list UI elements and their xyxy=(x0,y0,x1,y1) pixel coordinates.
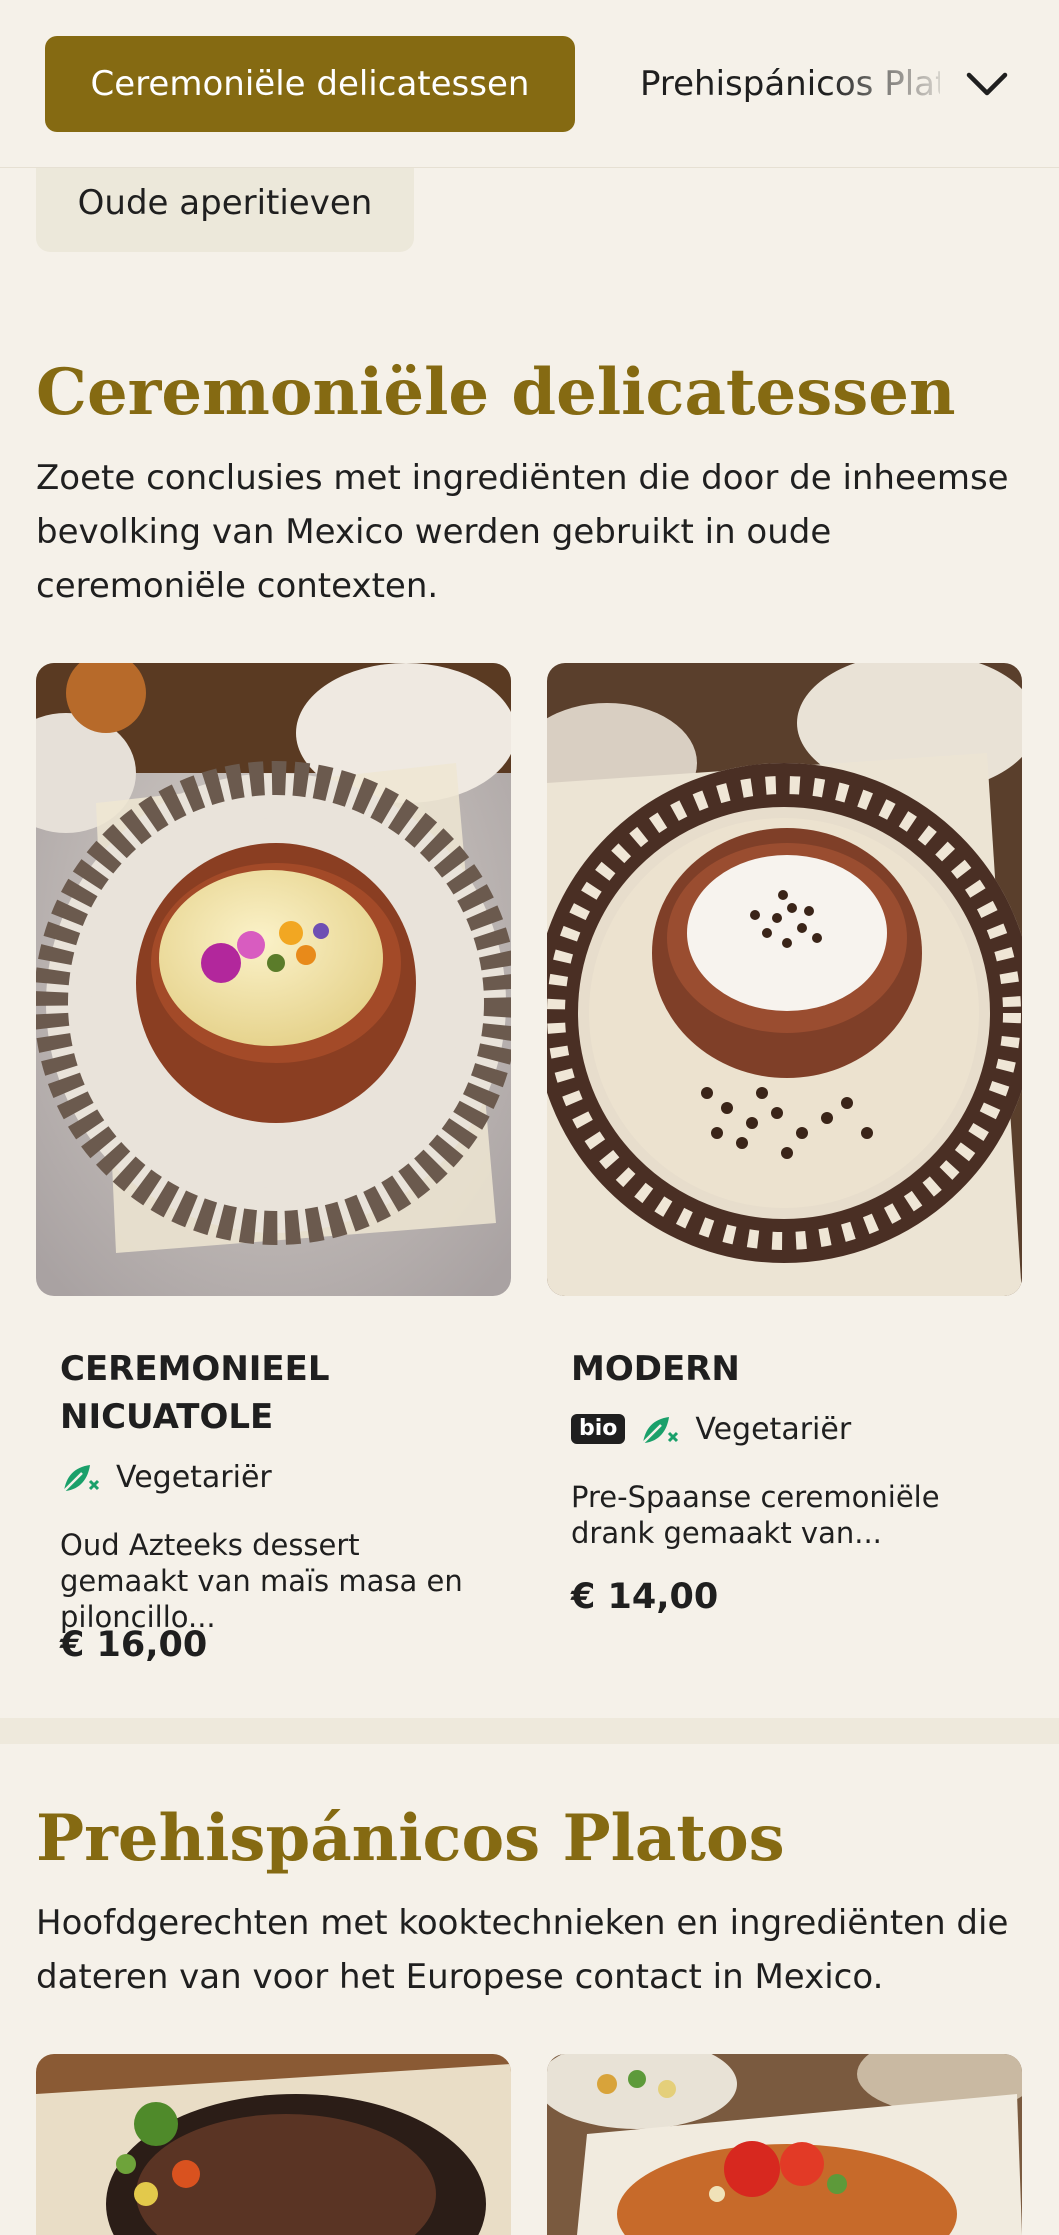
item-description: Oud Azteeks dessert gemaakt van maïs mas… xyxy=(60,1528,463,1634)
section-description: Hoofdgerechten met kooktechnieken en ing… xyxy=(36,1903,1009,1997)
section-title: Prehispánicos Platos xyxy=(36,1801,785,1876)
category-tab-active[interactable]: Ceremoniële delicatessen xyxy=(45,36,575,132)
section-description: Zoete conclusies met ingrediënten die do… xyxy=(36,458,1009,606)
item-badges: bio Vegetariër xyxy=(571,1409,851,1449)
bio-badge: bio xyxy=(571,1414,626,1444)
vegetarian-label: Vegetariër xyxy=(695,1411,852,1447)
chevron-down-icon[interactable] xyxy=(962,60,1012,110)
leaf-icon xyxy=(63,1465,100,1492)
item-description: Pre-Spaanse ceremoniële drank gemaakt va… xyxy=(571,1480,940,1550)
section-title: Ceremoniële delicatessen xyxy=(36,355,956,430)
item-name[interactable]: Ceremonieel Nicuatole xyxy=(60,1345,480,1441)
leaf-icon xyxy=(642,1417,679,1444)
item-badges: Vegetariër xyxy=(60,1457,272,1497)
dish-image[interactable] xyxy=(36,2054,511,2235)
category-tab-next[interactable]: Prehispánicos Platos xyxy=(640,36,940,132)
dish-image[interactable] xyxy=(547,2054,1022,2235)
item-price: € 16,00 xyxy=(60,1625,208,1665)
vegetarian-label: Vegetariër xyxy=(116,1459,272,1495)
category-nav: Ceremoniële delicatessen Prehispánicos P… xyxy=(0,0,1059,168)
dish-image-modern[interactable] xyxy=(547,663,1022,1296)
item-price: € 14,00 xyxy=(571,1577,719,1617)
item-name[interactable]: Modern xyxy=(571,1345,991,1393)
section-divider xyxy=(0,1718,1059,1744)
dish-image-nicuatole[interactable] xyxy=(36,663,511,1296)
